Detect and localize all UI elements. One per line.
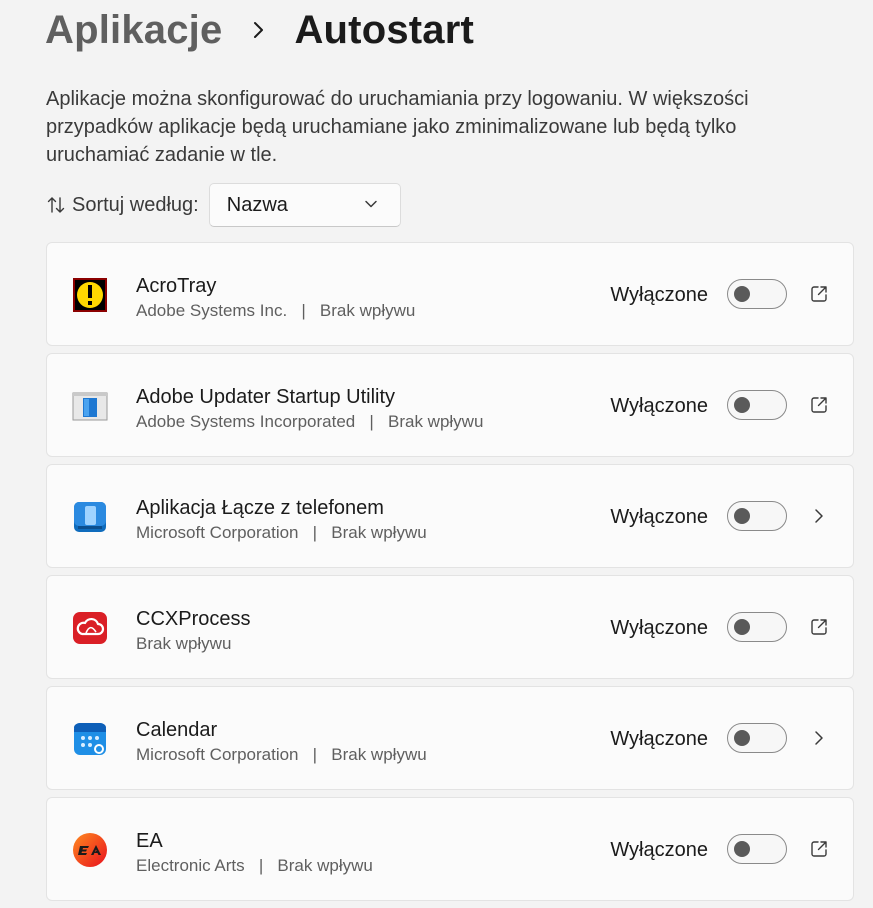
app-name: Adobe Updater Startup Utility: [136, 386, 396, 408]
toggle-knob: [734, 508, 750, 524]
toggle-knob: [734, 619, 750, 635]
app-name: CCXProcess: [136, 608, 251, 630]
ea-icon: [72, 832, 108, 868]
sort-dropdown-value: Nazwa: [226, 193, 288, 216]
toggle-knob: [734, 841, 750, 857]
open-external-icon[interactable]: [808, 838, 830, 860]
startup-app-list: AcroTray Adobe Systems Inc. | Brak wpływ…: [46, 242, 854, 908]
sort-row: Sortuj według: Nazwa: [46, 182, 401, 228]
acrotray-icon: [72, 277, 108, 313]
toggle-status-label: Wyłączone: [610, 506, 708, 528]
chevron-down-icon: [364, 196, 378, 214]
app-publisher-impact: Adobe Systems Inc. | Brak wpływu: [136, 301, 416, 320]
startup-app-row-phone-link: Aplikacja Łącze z telefonem Microsoft Co…: [46, 464, 854, 568]
startup-app-row-calendar: Calendar Microsoft Corporation | Brak wp…: [46, 686, 854, 790]
startup-app-row-ea: EA Electronic Arts | Brak wpływu Wyłączo…: [46, 797, 854, 901]
app-publisher-impact: Electronic Arts | Brak wpływu: [136, 856, 373, 875]
toggle-knob: [734, 730, 750, 746]
toggle-status-label: Wyłączone: [610, 284, 708, 306]
app-name: AcroTray: [136, 275, 217, 297]
calendar-icon: [72, 721, 108, 757]
creative-cloud-icon: [72, 610, 108, 646]
startup-toggle[interactable]: [727, 501, 787, 531]
app-name: Aplikacja Łącze z telefonem: [136, 497, 384, 519]
startup-toggle[interactable]: [727, 390, 787, 420]
sort-icon: [46, 195, 66, 215]
breadcrumb: Aplikacje Autostart: [45, 4, 474, 56]
sort-dropdown[interactable]: Nazwa: [208, 183, 401, 227]
startup-toggle[interactable]: [727, 834, 787, 864]
open-external-icon[interactable]: [808, 394, 830, 416]
toggle-status-label: Wyłączone: [610, 728, 708, 750]
page-title: Autostart: [294, 7, 475, 52]
startup-app-row-acrotray: AcroTray Adobe Systems Inc. | Brak wpływ…: [46, 242, 854, 346]
app-publisher-impact: Adobe Systems Incorporated | Brak wpływu: [136, 412, 484, 431]
breadcrumb-apps-link[interactable]: Aplikacje: [45, 8, 222, 53]
startup-toggle[interactable]: [727, 612, 787, 642]
chevron-right-icon: [246, 17, 272, 43]
toggle-status-label: Wyłączone: [610, 839, 708, 861]
open-external-icon[interactable]: [808, 616, 830, 638]
phone-link-icon: [72, 499, 108, 535]
app-name: Calendar: [136, 719, 218, 741]
startup-app-row-adobe-updater: Adobe Updater Startup Utility Adobe Syst…: [46, 353, 854, 457]
adobe-updater-icon: [72, 388, 108, 424]
toggle-status-label: Wyłączone: [610, 617, 708, 639]
toggle-knob: [734, 397, 750, 413]
chevron-right-icon[interactable]: [808, 505, 830, 527]
sort-label: Sortuj według:: [72, 193, 199, 216]
startup-toggle[interactable]: [727, 723, 787, 753]
toggle-knob: [734, 286, 750, 302]
open-external-icon[interactable]: [808, 283, 830, 305]
chevron-right-icon[interactable]: [808, 727, 830, 749]
app-name: EA: [136, 830, 163, 852]
page-description: Aplikacje można skonfigurować do urucham…: [46, 88, 749, 166]
startup-toggle[interactable]: [727, 279, 787, 309]
toggle-status-label: Wyłączone: [610, 395, 708, 417]
app-publisher-impact: Microsoft Corporation | Brak wpływu: [136, 523, 427, 542]
startup-app-row-ccxprocess: CCXProcess Brak wpływu Wyłączone: [46, 575, 854, 679]
app-impact: Brak wpływu: [136, 634, 232, 653]
app-publisher-impact: Microsoft Corporation | Brak wpływu: [136, 745, 427, 764]
